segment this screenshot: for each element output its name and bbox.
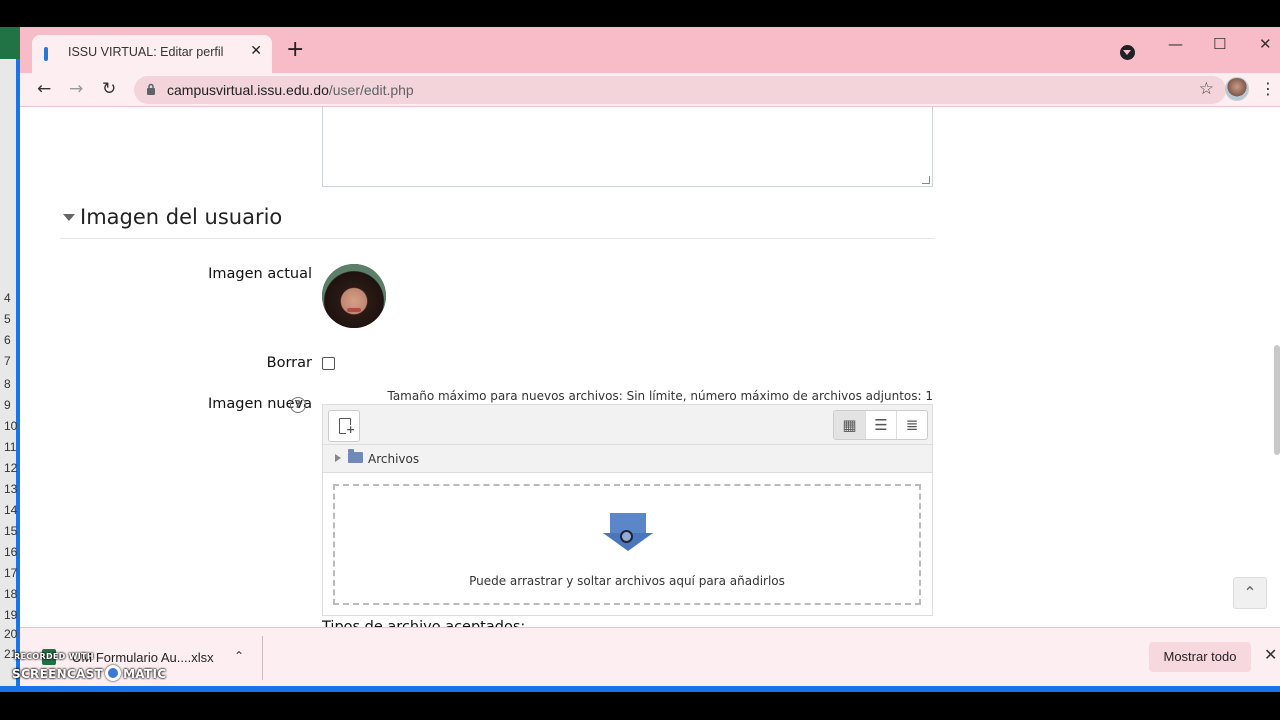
page-scrollbar[interactable] (1274, 107, 1280, 627)
excel-row-number: 9 (4, 398, 11, 412)
minimize-button[interactable]: — (1168, 35, 1183, 53)
add-file-button[interactable]: + (328, 410, 360, 442)
current-profile-image (322, 264, 386, 328)
tree-view-button[interactable]: ≣ (896, 411, 927, 439)
watermark-line2: SCREENCAST MATIC (12, 665, 166, 681)
download-bar-close-icon[interactable]: ✕ (1264, 645, 1277, 664)
excel-row-number: 12 (4, 461, 18, 475)
plus-icon: + (346, 423, 356, 436)
browser-tab[interactable]: ISSU VIRTUAL: Editar perfil ✕ (32, 35, 272, 73)
screen: 4 5 6 7 8 9 10 11 12 13 14 15 16 17 18 1… (0, 0, 1280, 720)
watermark-brand-b: MATIC (123, 667, 167, 681)
browser-window: ISSU VIRTUAL: Editar perfil ✕ + — ☐ ✕ ← … (20, 27, 1280, 687)
excel-row-number: 13 (4, 482, 18, 496)
excel-row-number: 10 (4, 419, 18, 433)
download-arrow-icon (603, 513, 653, 553)
file-path-bar: Archivos (323, 445, 932, 473)
favicon-icon (44, 47, 48, 61)
tab-close-icon[interactable]: ✕ (250, 43, 262, 59)
new-tab-button[interactable]: + (286, 39, 304, 61)
url-host: campusvirtual.issu.edu.do (167, 82, 329, 98)
download-divider (262, 636, 263, 680)
download-bar: X UM Formulario Au....xlsx ⌃ Mostrar tod… (20, 627, 1280, 687)
file-manager: + ▦ ☰ ≣ Archivos Puede arrastrar y solta… (322, 404, 933, 616)
cursor-icon (620, 530, 633, 543)
reload-button[interactable]: ↻ (102, 79, 116, 99)
browser-toolbar: ← → ↻ campusvirtual.issu.edu.do/user/edi… (20, 73, 1280, 107)
chevron-up-icon[interactable]: ⌃ (234, 649, 244, 663)
icon-view-button[interactable]: ▦ (834, 411, 865, 439)
profile-avatar[interactable] (1225, 77, 1249, 101)
section-header[interactable]: Imagen del usuario (60, 203, 935, 239)
collapse-caret-icon[interactable] (63, 214, 75, 221)
excel-row-number: 18 (4, 587, 18, 601)
address-bar[interactable]: campusvirtual.issu.edu.do/user/edit.php … (134, 76, 1226, 104)
url-path: /user/edit.php (328, 82, 414, 98)
lock-icon (147, 83, 155, 95)
show-all-button[interactable]: Mostrar todo (1149, 642, 1251, 672)
watermark-line1: RECORDED WITH (14, 652, 94, 661)
folder-icon (348, 449, 363, 463)
excel-row-number: 19 (4, 608, 18, 622)
watermark-brand-a: SCREENCAST (12, 667, 104, 681)
folder-name[interactable]: Archivos (368, 452, 419, 466)
window-close-button[interactable]: ✕ (1259, 35, 1272, 53)
profile-photo-shape (322, 264, 386, 328)
excel-row-number: 17 (4, 566, 18, 580)
back-to-top-button[interactable]: ⌃ (1233, 577, 1267, 609)
record-icon (105, 665, 122, 681)
tab-bar: ISSU VIRTUAL: Editar perfil ✕ + — ☐ ✕ (20, 27, 1280, 73)
excel-row-number: 20 (4, 627, 18, 641)
delete-label: Borrar (266, 355, 312, 371)
browser-menu-icon[interactable]: ⋮ (1260, 79, 1276, 98)
taskbar-edge (0, 686, 1280, 692)
expand-triangle-icon[interactable] (335, 454, 341, 462)
drop-zone[interactable]: Puede arrastrar y soltar archivos aquí p… (333, 484, 921, 605)
excel-row-number: 14 (4, 503, 18, 517)
description-textarea[interactable] (322, 107, 933, 187)
back-button[interactable]: ← (37, 79, 51, 99)
top-black-band (0, 0, 1280, 27)
drop-zone-text: Puede arrastrar y soltar archivos aquí p… (469, 574, 785, 588)
url-text: campusvirtual.issu.edu.do/user/edit.php (167, 82, 414, 98)
help-icon[interactable]: ? (290, 397, 306, 413)
accepted-types-label: Tipos de archivo aceptados: (322, 619, 526, 627)
excel-row-number: 16 (4, 545, 18, 559)
section-title[interactable]: Imagen del usuario (80, 205, 282, 229)
resize-grip-icon[interactable] (922, 176, 930, 184)
tab-search-icon[interactable] (1120, 45, 1135, 60)
profile-photo-detail (347, 308, 361, 312)
screencast-watermark: RECORDED WITH SCREENCAST MATIC (12, 650, 172, 684)
excel-row-number: 15 (4, 524, 18, 538)
excel-row-number: 4 (4, 291, 11, 305)
max-file-info: Tamaño máximo para nuevos archivos: Sin … (387, 389, 933, 403)
delete-image-checkbox[interactable] (322, 357, 335, 370)
view-switcher: ▦ ☰ ≣ (833, 410, 928, 440)
current-image-label: Imagen actual (208, 266, 312, 282)
page-content: Imagen del usuario Imagen actual Borrar … (20, 107, 1280, 627)
scrollbar-thumb[interactable] (1274, 345, 1280, 455)
tab-title: ISSU VIRTUAL: Editar perfil (68, 45, 224, 59)
excel-window-edge: 4 5 6 7 8 9 10 11 12 13 14 15 16 17 18 1… (0, 27, 20, 687)
excel-row-number: 8 (4, 377, 11, 391)
bookmark-star-icon[interactable]: ☆ (1199, 79, 1214, 99)
excel-row-number: 5 (4, 312, 11, 326)
maximize-button[interactable]: ☐ (1213, 35, 1226, 53)
list-view-button[interactable]: ☰ (865, 411, 896, 439)
excel-row-number: 7 (4, 354, 11, 368)
forward-button[interactable]: → (69, 79, 83, 99)
file-manager-toolbar: + ▦ ☰ ≣ (323, 405, 932, 445)
excel-titlebar-edge (0, 27, 20, 59)
excel-row-number: 11 (4, 440, 17, 454)
excel-row-number: 6 (4, 333, 11, 347)
